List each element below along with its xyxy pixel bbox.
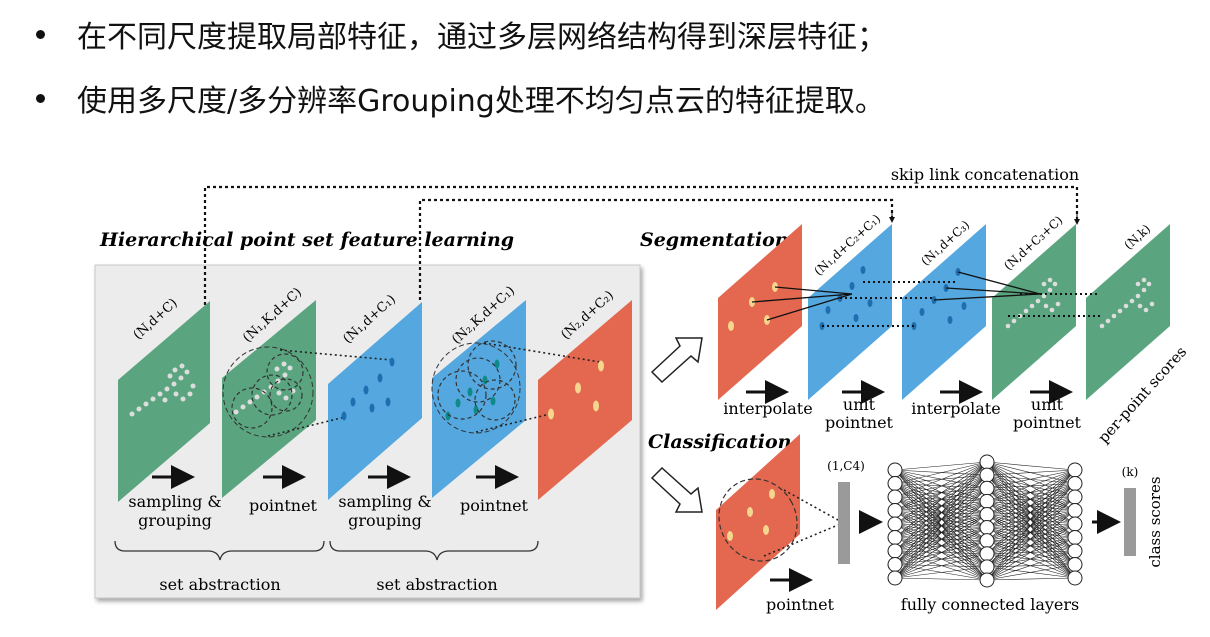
skip-link-label: skip link concatenation [891, 165, 1079, 184]
fc-neuron [979, 506, 995, 522]
seg-title: Segmentation [640, 229, 789, 251]
seg-step-labels: interpolate unit pointnet interpolate un… [723, 395, 1081, 432]
fc-edge [986, 577, 1076, 581]
step-pointnet-2: pointnet [460, 496, 529, 515]
class-score-dim: (k) [1122, 465, 1139, 479]
fc-neuron [1067, 557, 1083, 572]
fc-edge [894, 577, 988, 581]
fc-neuron [1067, 489, 1083, 505]
step-pointnet-1: pointnet [249, 496, 318, 515]
fc-neuron [1067, 503, 1083, 518]
branch-arrow-classification [650, 466, 703, 513]
seg-unit-1: unit [843, 395, 876, 414]
fc-neuron [979, 572, 995, 588]
fc-edge [986, 461, 1076, 471]
fc-neuron [979, 546, 995, 562]
fc-neuron [887, 530, 903, 545]
fc-edge [986, 496, 1076, 581]
fc-neuron [979, 559, 995, 575]
fc-neuron [1067, 570, 1083, 586]
fc-neuron [887, 476, 903, 491]
fc-neuron [887, 570, 903, 586]
fc-neuron [887, 557, 903, 572]
seg-interpolate-2: interpolate [911, 399, 1000, 418]
seg-pointnet-1: pointnet [825, 413, 894, 432]
fc-neuron [1067, 543, 1083, 559]
fc-neuron [1067, 530, 1083, 545]
fc-neuron [979, 454, 995, 470]
seg-interpolate-1: interpolate [723, 399, 812, 418]
seg-unit-2: unit [1031, 395, 1064, 414]
fc-neuron [887, 516, 903, 532]
fully-connected-network [887, 454, 1083, 588]
fc-neuron [979, 520, 995, 536]
set-abstraction-1: set abstraction [159, 575, 280, 594]
fc-layers-label: fully connected layers [901, 595, 1079, 614]
fc-neuron [1067, 462, 1083, 478]
pointnet-diagram: skip link concatenation Hierarchical poi… [94, 165, 1190, 614]
fc-neuron [979, 467, 995, 483]
fc-neuron [979, 480, 995, 496]
fc-neuron [887, 489, 903, 505]
cls-title: Classification [648, 431, 791, 453]
cls-plane [716, 434, 800, 610]
global-feature-vector [838, 482, 850, 564]
cls-pointnet-label: pointnet [766, 595, 835, 614]
class-scores-label: class scores [1146, 476, 1164, 567]
fc-edge [894, 461, 988, 471]
fc-neuron [1067, 516, 1083, 532]
step-sampling-2b: grouping [348, 511, 422, 530]
fc-neuron [887, 543, 903, 559]
fc-neuron [887, 503, 903, 518]
hier-title: Hierarchical point set feature learning [99, 229, 514, 251]
fc-neuron [887, 462, 903, 478]
fc-neuron [979, 533, 995, 549]
set-abstraction-2: set abstraction [376, 575, 497, 594]
step-sampling-1a: sampling & [128, 492, 221, 511]
branch-arrow-segmentation [650, 337, 703, 384]
fc-neuron [1067, 476, 1083, 491]
fc-neuron [979, 493, 995, 509]
class-score-vector [1124, 488, 1136, 556]
seg-pointnet-2: pointnet [1013, 413, 1082, 432]
step-sampling-2a: sampling & [338, 492, 431, 511]
step-sampling-1b: grouping [138, 511, 212, 530]
fc-edge [894, 461, 988, 525]
global-feature-label: (1,C4) [827, 459, 865, 473]
